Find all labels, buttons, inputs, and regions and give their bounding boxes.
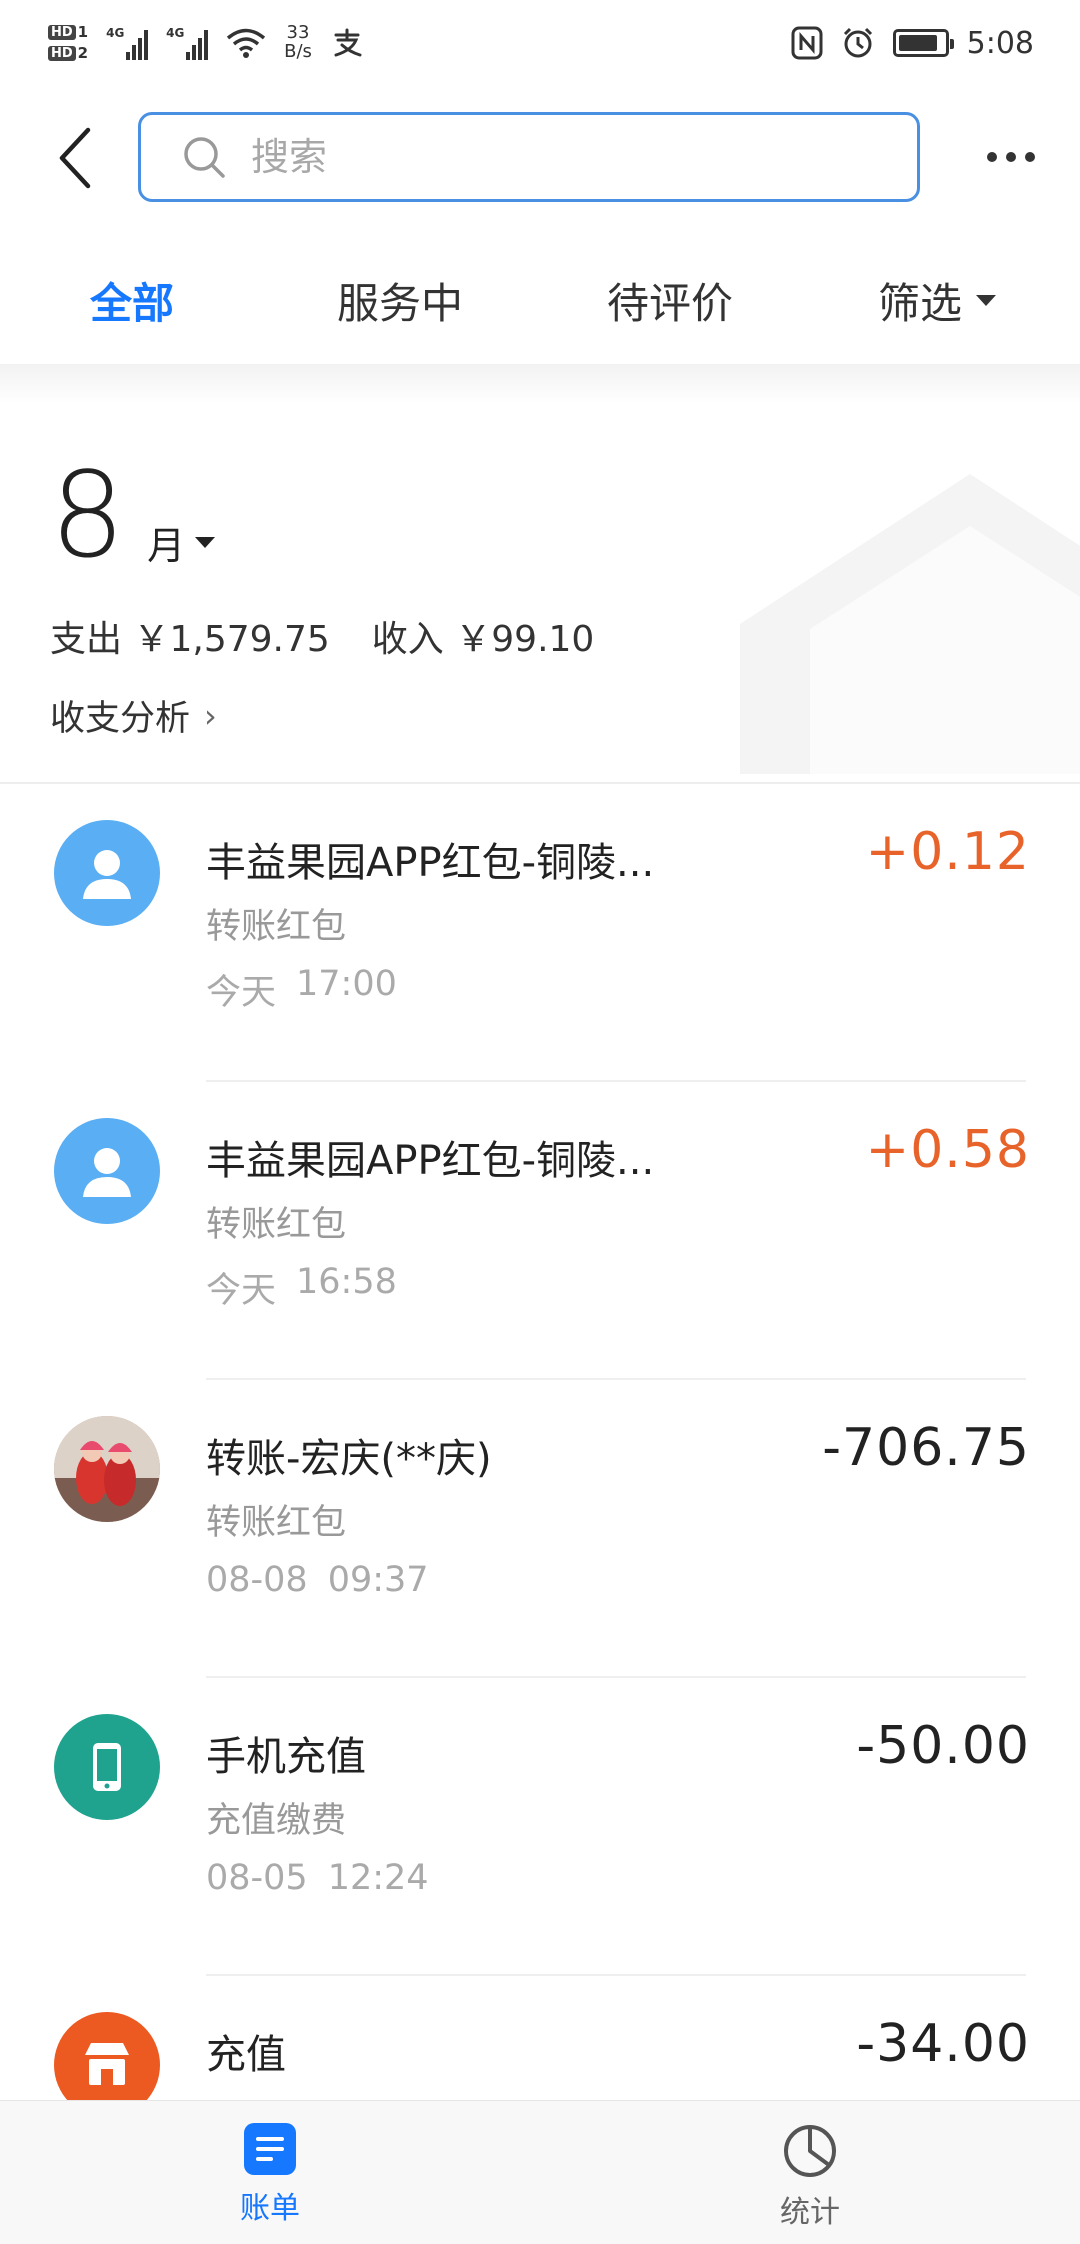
transaction-title: 丰益果园APP红包-铜陵... (206, 840, 655, 886)
transaction-category: 转账红包 (206, 907, 347, 947)
section-divider (0, 364, 1080, 404)
status-bar: HD 1 HD 2 4G 4G 33 B/s 5:08 (0, 0, 1080, 86)
transaction-title: 充值 (206, 2032, 286, 2078)
phone-icon (54, 1714, 160, 1820)
wifi-icon (226, 28, 266, 58)
network-speed: 33 B/s (284, 23, 312, 62)
transaction-row[interactable]: 手机充值 -50.00 充值缴费 08-05 12:24 (0, 1678, 1080, 1976)
income-label: 收入 (371, 619, 444, 660)
house-watermark-icon (740, 474, 1080, 774)
transaction-date: 今天 (206, 973, 277, 1013)
transaction-row[interactable]: 丰益果园APP红包-铜陵... +0.12 转账红包 今天 17:00 (0, 784, 1080, 1082)
transaction-category: 充值缴费 (206, 1801, 347, 1841)
pie-chart-icon (784, 2125, 836, 2177)
tab-pending-review[interactable]: 待评价 (607, 270, 733, 331)
bottom-nav: 账单 统计 (0, 2100, 1080, 2244)
month-totals: 支出 ￥1,579.75 收入 ￥99.10 (50, 610, 594, 662)
nav-bill[interactable]: 账单 (190, 2123, 350, 2227)
header (0, 100, 1080, 218)
transaction-title: 丰益果园APP红包-铜陵... (206, 1138, 655, 1184)
network-speed-unit: B/s (284, 41, 312, 62)
signal-icon: 4G (166, 26, 209, 60)
transaction-datetime: 今天 17:00 (206, 964, 397, 1015)
tab-filter[interactable]: 筛选 (878, 270, 997, 331)
transaction-time: 16:58 (296, 1262, 397, 1302)
back-arrow-icon (59, 127, 91, 189)
transaction-amount: -50.00 (856, 1716, 1030, 1776)
transaction-category: 转账红包 (206, 1503, 347, 1543)
search-icon (184, 137, 225, 178)
net1-label: 4G (106, 26, 125, 40)
transaction-time: 12:24 (327, 1858, 429, 1898)
month-unit: 月 (147, 524, 186, 568)
transaction-row[interactable]: 丰益果园APP红包-铜陵... +0.58 转账红包 今天 16:58 (0, 1082, 1080, 1380)
transaction-title: 手机充值 (206, 1734, 366, 1780)
expense-label: 支出 (50, 619, 123, 660)
bill-page: HD 1 HD 2 4G 4G 33 B/s 5:08 搜索 全部 服务中 待评… (0, 0, 1080, 2244)
alarm-icon (843, 27, 872, 58)
search-input[interactable] (251, 135, 851, 179)
nfc-icon (791, 26, 823, 60)
nav-statistics-label: 统计 (780, 2195, 840, 2230)
battery-icon (892, 29, 954, 57)
transaction-amount: +0.12 (865, 822, 1030, 882)
alipay-icon (334, 28, 362, 57)
contact-avatar (54, 1416, 160, 1522)
chevron-right-icon: › (204, 696, 217, 735)
caret-down-icon (976, 295, 997, 306)
hd1-badge: HD (48, 25, 76, 40)
tab-in-service[interactable]: 服务中 (337, 270, 463, 331)
transaction-title: 转账-宏庆(**庆) (206, 1436, 492, 1482)
clock: 5:08 (966, 25, 1034, 61)
hd-indicator: HD 1 HD 2 (48, 25, 88, 61)
tab-all[interactable]: 全部 (90, 270, 174, 331)
more-dot (987, 152, 997, 162)
transaction-date: 今天 (206, 1271, 277, 1311)
analysis-label: 收支分析 (50, 699, 191, 739)
transaction-date: 08-08 (206, 1560, 308, 1600)
transaction-amount: +0.58 (865, 1120, 1030, 1180)
transaction-datetime: 今天 16:58 (206, 1262, 397, 1313)
income-value: ￥99.10 (455, 619, 595, 660)
transaction-time: 09:37 (327, 1560, 429, 1600)
bill-icon (244, 2123, 296, 2175)
more-button[interactable] (976, 132, 1046, 182)
transaction-date: 08-05 (206, 1858, 308, 1898)
hd2-badge: HD (48, 46, 76, 61)
transaction-category: 转账红包 (206, 1205, 347, 1245)
filter-tabs: 全部 服务中 待评价 筛选 (0, 250, 1080, 350)
transaction-time: 17:00 (296, 964, 397, 1004)
transaction-amount: -34.00 (856, 2014, 1030, 2074)
expense-value: ￥1,579.75 (133, 619, 330, 660)
nav-statistics[interactable]: 统计 (730, 2123, 890, 2231)
signal-icon: 4G (106, 26, 149, 60)
month-number: 8 (50, 446, 126, 584)
caret-down-icon (195, 537, 216, 548)
search-box[interactable] (138, 112, 920, 202)
transaction-datetime: 08-08 09:37 (206, 1560, 429, 1600)
status-left: HD 1 HD 2 4G 4G 33 B/s (48, 23, 364, 62)
person-icon (54, 820, 160, 926)
hd2-sub: 2 (77, 44, 89, 62)
status-right: 5:08 (791, 26, 1034, 61)
transaction-list: 丰益果园APP红包-铜陵... +0.12 转账红包 今天 17:00 丰益果园A… (0, 784, 1080, 2244)
hd1-sub: 1 (77, 23, 89, 41)
analysis-link[interactable]: 收支分析 › (50, 690, 217, 741)
transaction-datetime: 08-05 12:24 (206, 1858, 429, 1898)
transaction-amount: -706.75 (822, 1418, 1030, 1478)
month-selector[interactable]: 8 月 (50, 446, 216, 584)
month-summary: 8 月 支出 ￥1,579.75 收入 ￥99.10 收支分析 › (0, 404, 1080, 784)
transaction-row[interactable]: 转账-宏庆(**庆) -706.75 转账红包 08-08 09:37 (0, 1380, 1080, 1678)
more-dot (1025, 152, 1035, 162)
net2-label: 4G (166, 26, 185, 40)
nav-bill-label: 账单 (240, 2191, 300, 2226)
more-dot (1006, 152, 1016, 162)
back-button[interactable] (44, 122, 104, 194)
person-icon (54, 1118, 160, 1224)
tab-filter-label: 筛选 (878, 279, 963, 328)
